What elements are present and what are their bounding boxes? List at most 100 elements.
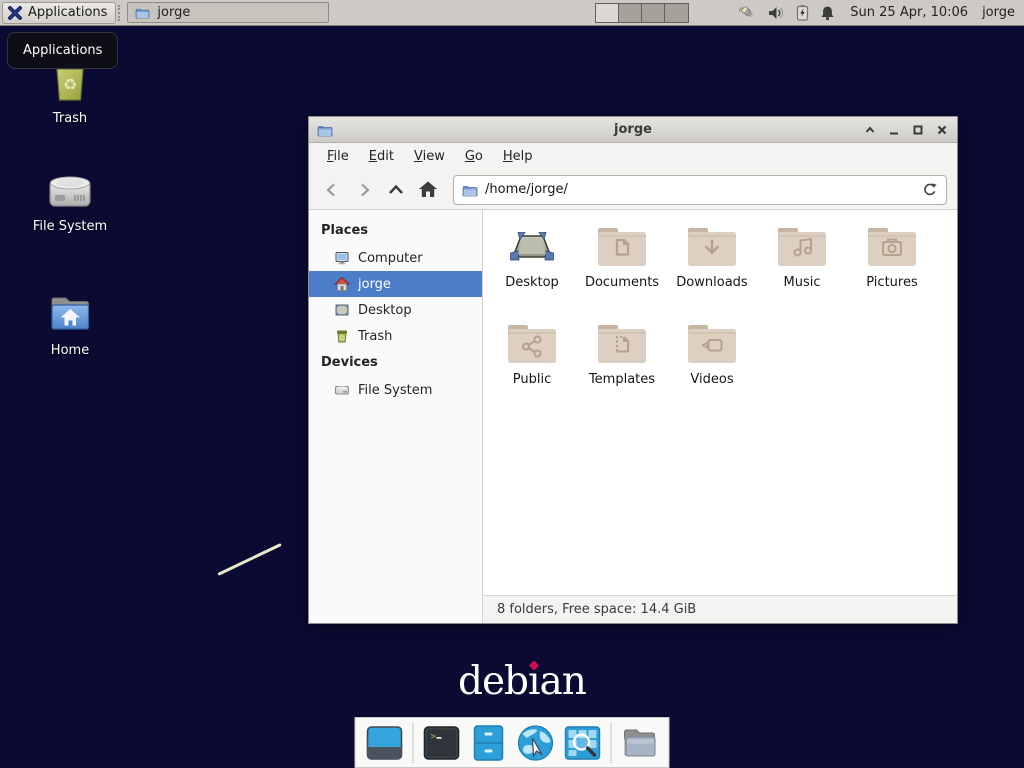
folder-documents-icon <box>598 226 646 266</box>
window-title: jorge <box>309 122 957 137</box>
up-icon <box>386 181 406 199</box>
file-manager-launcher[interactable] <box>470 724 508 762</box>
panel-username[interactable]: jorge <box>982 5 1015 20</box>
network-plug-icon[interactable] <box>739 4 757 21</box>
minimize-button[interactable] <box>886 122 901 137</box>
sidebar-item-label: Desktop <box>358 303 412 318</box>
volume-icon[interactable] <box>768 5 785 21</box>
menu-file[interactable]: File <box>317 145 359 168</box>
sidebar-item-trash[interactable]: Trash <box>309 323 482 349</box>
gray-folder-icon <box>621 726 659 760</box>
titlebar[interactable]: jorge <box>309 117 957 143</box>
file-music[interactable]: Music <box>757 223 847 320</box>
file-cabinet-icon <box>474 725 504 761</box>
file-label: Videos <box>690 372 733 387</box>
applications-tooltip: Applications <box>7 32 118 69</box>
home-folder-icon <box>22 292 118 336</box>
menu-help[interactable]: Help <box>493 145 543 168</box>
workspace-4[interactable] <box>665 4 688 22</box>
xfce-applications-icon <box>7 5 23 21</box>
folder-videos-icon <box>688 323 736 363</box>
system-tray <box>739 4 835 21</box>
address-input[interactable]: /home/jorge/ <box>485 182 915 197</box>
svg-text:>: > <box>431 732 437 742</box>
applications-menu-label: Applications <box>28 5 107 20</box>
file-grid[interactable]: Desktop Documents <box>483 210 957 595</box>
shade-button[interactable] <box>862 122 877 137</box>
computer-icon <box>334 250 350 266</box>
desktop-item-icon <box>508 226 556 266</box>
dock-separator <box>413 723 414 763</box>
sidebar-item-jorge[interactable]: jorge <box>309 271 482 297</box>
panel-clock[interactable]: Sun 25 Apr, 10:06 <box>850 5 968 20</box>
stray-line <box>217 543 281 576</box>
window-folder-icon <box>317 123 333 137</box>
show-desktop-launcher[interactable] <box>366 724 404 762</box>
menu-edit[interactable]: Edit <box>359 145 404 168</box>
file-manager-window: jorge File Edit View Go Help <box>308 116 958 624</box>
menu-view[interactable]: View <box>404 145 455 168</box>
web-browser-globe-icon <box>517 724 555 762</box>
sidebar-item-label: File System <box>358 383 432 398</box>
dock-separator <box>611 723 612 763</box>
workspace-3[interactable] <box>642 4 665 22</box>
applications-menu-button[interactable]: Applications <box>2 2 116 24</box>
web-browser-launcher[interactable] <box>517 724 555 762</box>
file-label: Desktop <box>505 275 559 290</box>
taskbar-window-label: jorge <box>157 5 190 20</box>
file-desktop[interactable]: Desktop <box>487 223 577 320</box>
menu-go[interactable]: Go <box>455 145 493 168</box>
reload-icon[interactable] <box>922 182 938 198</box>
desktop-icon <box>334 302 350 318</box>
directory-menu-launcher[interactable] <box>621 724 659 762</box>
file-public[interactable]: Public <box>487 320 577 417</box>
drive-icon <box>334 382 350 398</box>
file-label: Public <box>513 372 551 387</box>
folder-templates-icon <box>598 323 646 363</box>
sidebar-item-filesystem[interactable]: File System <box>309 377 482 403</box>
folder-public-icon <box>508 323 556 363</box>
file-downloads[interactable]: Downloads <box>667 223 757 320</box>
workspace-1[interactable] <box>596 4 619 22</box>
file-videos[interactable]: Videos <box>667 320 757 417</box>
desktop-icon-home[interactable]: Home <box>22 292 118 358</box>
file-pictures[interactable]: Pictures <box>847 223 937 320</box>
workspace-2[interactable] <box>619 4 642 22</box>
desktop-icon-filesystem[interactable]: File System <box>22 168 118 234</box>
address-bar[interactable]: /home/jorge/ <box>453 175 947 205</box>
file-label: Music <box>784 275 821 290</box>
file-templates[interactable]: Templates <box>577 320 667 417</box>
file-label: Templates <box>589 372 655 387</box>
up-button[interactable] <box>383 177 409 203</box>
folder-music-icon <box>778 226 826 266</box>
panel-handle[interactable] <box>118 5 125 21</box>
tooltip-text: Applications <box>23 43 102 58</box>
terminal-icon: > <box>424 726 460 760</box>
folder-pictures-icon <box>868 226 916 266</box>
battery-icon[interactable] <box>796 4 809 21</box>
maximize-button[interactable] <box>910 122 925 137</box>
desktop-icon-label: Home <box>22 343 118 358</box>
top-panel: Applications jorge <box>0 0 1024 26</box>
notifications-bell-icon[interactable] <box>820 5 835 21</box>
close-button[interactable] <box>934 122 949 137</box>
forward-button[interactable] <box>351 177 377 203</box>
menubar: File Edit View Go Help <box>309 143 957 170</box>
home-button[interactable] <box>415 177 441 203</box>
dock: > <box>355 717 670 768</box>
statusbar: 8 folders, Free space: 14.4 GiB <box>483 595 957 623</box>
back-button[interactable] <box>319 177 345 203</box>
file-documents[interactable]: Documents <box>577 223 667 320</box>
terminal-launcher[interactable]: > <box>423 724 461 762</box>
file-label: Downloads <box>676 275 747 290</box>
toolbar: /home/jorge/ <box>309 170 957 210</box>
taskbar-window-button[interactable]: jorge <box>127 2 329 23</box>
sidebar-item-desktop[interactable]: Desktop <box>309 297 482 323</box>
application-finder-launcher[interactable] <box>564 724 602 762</box>
address-folder-icon <box>462 183 478 197</box>
sidebar-item-computer[interactable]: Computer <box>309 245 482 271</box>
statusbar-text: 8 folders, Free space: 14.4 GiB <box>497 602 696 617</box>
hard-drive-icon <box>22 168 118 212</box>
sidebar-heading-devices: Devices <box>309 349 482 377</box>
show-desktop-icon <box>367 726 403 760</box>
